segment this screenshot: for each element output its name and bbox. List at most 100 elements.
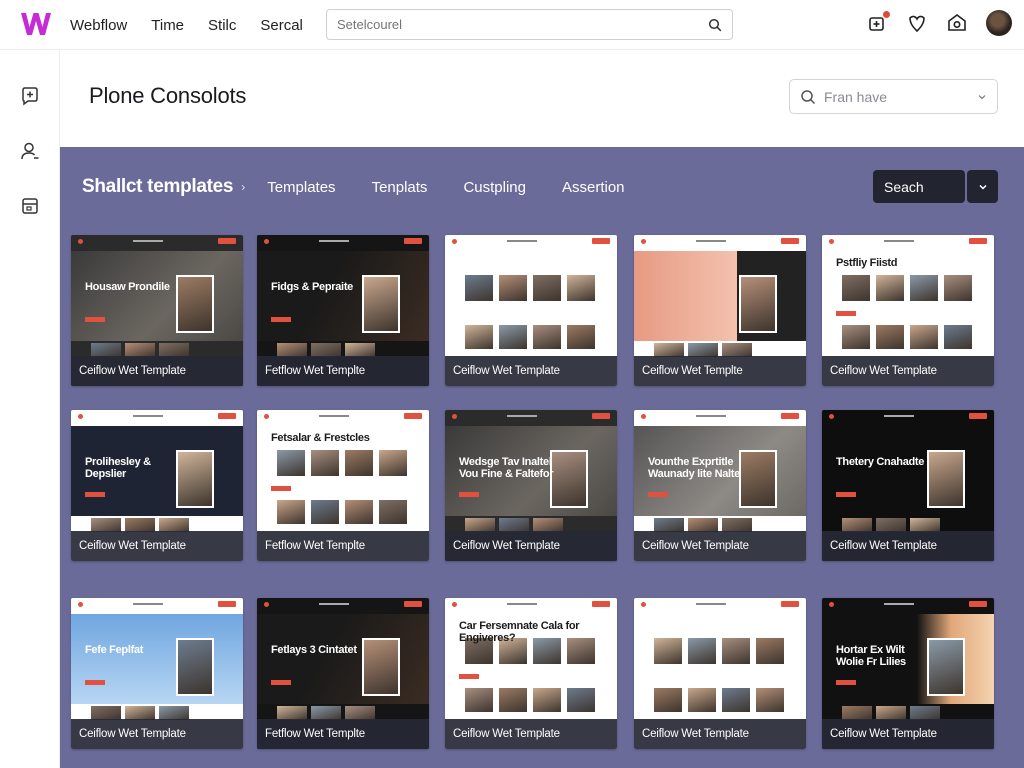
template-preview-hero xyxy=(71,614,243,704)
template-preview-image xyxy=(176,275,214,333)
nav-item-webflow[interactable]: Webflow xyxy=(70,17,127,34)
template-preview-image xyxy=(159,518,189,532)
template-card[interactable]: Pstfliy Fiistd Ceiflow Wet Template xyxy=(822,235,994,386)
webflow-logo-icon[interactable] xyxy=(20,10,52,38)
template-card[interactable]: Housaw Prondile Ceiflow Wet Template xyxy=(71,235,243,386)
template-preview-title: Vounthe Exprtitle Waunady lite Nalte xyxy=(648,456,740,480)
template-card[interactable]: Car Fersemnate Cala for Engiveres? Ceiflo… xyxy=(445,598,617,749)
template-preview-image xyxy=(465,518,495,532)
template-preview-image xyxy=(567,325,595,349)
tab-templates[interactable]: Templates xyxy=(267,179,335,196)
template-preview-nav xyxy=(634,410,806,422)
template-preview-image xyxy=(654,638,682,664)
template-preview-image xyxy=(842,518,872,532)
template-card[interactable]: Fetsalar & Frestcles Fetflow Wet Templte xyxy=(257,410,429,561)
template-card[interactable]: Ceiflow Wet Template xyxy=(445,235,617,386)
template-preview-image xyxy=(842,275,870,301)
template-preview-image xyxy=(722,688,750,712)
panel-tabs: Templates Tenplats Custpling Assertion xyxy=(267,179,624,196)
top-bar: Webflow Time Stilc Sercal xyxy=(0,0,1024,50)
chat-add-icon[interactable] xyxy=(19,85,41,107)
template-card[interactable]: Fetlays 3 Cintatet Fetflow Wet Templte xyxy=(257,598,429,749)
template-preview-image xyxy=(499,325,527,349)
template-card[interactable]: Ceiflow Wet Templte xyxy=(634,235,806,386)
template-preview-nav xyxy=(71,235,243,247)
template-preview-image xyxy=(654,518,684,532)
nav-item-stilc[interactable]: Stilc xyxy=(208,17,236,34)
template-preview-image xyxy=(876,706,906,720)
template-card-caption: Ceiflow Wet Templte xyxy=(634,356,806,386)
tab-custpling[interactable]: Custpling xyxy=(463,179,526,196)
template-preview-image xyxy=(722,343,752,357)
template-preview-nav xyxy=(445,235,617,247)
template-card[interactable]: Wedsge Tav Inaltel Vou Fine & Faltefor Ce… xyxy=(445,410,617,561)
template-preview-image xyxy=(688,343,718,357)
template-preview-image xyxy=(465,325,493,349)
search-options-button[interactable] xyxy=(967,170,998,203)
template-preview-nav xyxy=(822,598,994,610)
template-card-caption: Ceiflow Wet Template xyxy=(822,719,994,749)
panel-title[interactable]: Shallct templates xyxy=(82,176,233,198)
template-card[interactable]: Hortar Ex Wilt Wolie Fr Lilies Ceiflow We… xyxy=(822,598,994,749)
user-avatar[interactable] xyxy=(986,10,1012,36)
template-card[interactable]: Thetery Cnahadte Ceiflow Wet Template xyxy=(822,410,994,561)
template-preview-image xyxy=(722,518,752,532)
user-icon[interactable] xyxy=(19,140,41,162)
nav-item-time[interactable]: Time xyxy=(151,17,184,34)
template-preview-title: Fefe Feplfat xyxy=(85,644,144,656)
layout-icon[interactable] xyxy=(19,195,41,217)
template-preview-title: Pstfliy Fiistd xyxy=(836,257,898,269)
template-preview-cta xyxy=(85,680,105,685)
template-preview-hero xyxy=(257,251,429,341)
template-card-caption: Ceiflow Wet Template xyxy=(71,719,243,749)
template-preview-image xyxy=(927,450,965,508)
template-card-caption: Ceiflow Wet Template xyxy=(822,356,994,386)
template-preview-image xyxy=(654,343,684,357)
top-search-input[interactable] xyxy=(337,17,708,32)
template-preview-image xyxy=(842,325,870,349)
template-preview-nav xyxy=(445,598,617,610)
template-preview-nav xyxy=(257,410,429,422)
template-preview-hero xyxy=(634,251,806,341)
filter-placeholder: Fran have xyxy=(824,88,888,105)
template-preview-image xyxy=(345,500,373,524)
template-card-caption: Fetflow Wet Templte xyxy=(257,719,429,749)
search-icon[interactable] xyxy=(708,18,722,32)
template-card[interactable]: Fefe Feplfat Ceiflow Wet Template xyxy=(71,598,243,749)
template-preview-image xyxy=(91,343,121,357)
template-preview-image xyxy=(842,706,872,720)
template-preview-title: Prolihesley & Depslier xyxy=(85,456,151,480)
template-card[interactable]: Vounthe Exprtitle Waunady lite Nalte Ceif… xyxy=(634,410,806,561)
search-icon xyxy=(801,89,816,104)
template-preview-image xyxy=(739,275,777,333)
camera-icon[interactable] xyxy=(946,12,968,34)
template-preview-image xyxy=(345,450,373,476)
template-preview-cta xyxy=(271,680,291,685)
search-button[interactable]: Seach xyxy=(873,170,965,203)
template-preview-title: Fetlays 3 Cintatet xyxy=(271,644,357,656)
tab-assertion[interactable]: Assertion xyxy=(562,179,625,196)
template-card[interactable]: Prolihesley & Depslier Ceiflow Wet Templa… xyxy=(71,410,243,561)
template-preview-image xyxy=(756,638,784,664)
template-preview-cta xyxy=(85,492,105,497)
notification-icon[interactable] xyxy=(866,10,891,34)
template-preview-nav xyxy=(634,598,806,610)
chevron-right-icon[interactable]: › xyxy=(241,180,245,194)
panel-header: Shallct templates › Templates Tenplats C… xyxy=(82,172,625,202)
template-card[interactable]: Ceiflow Wet Template xyxy=(634,598,806,749)
template-preview-title: Thetery Cnahadte xyxy=(836,456,925,468)
filter-select[interactable]: Fran have xyxy=(789,79,998,114)
template-preview-image xyxy=(465,688,493,712)
template-preview-image xyxy=(277,706,307,720)
shield-icon[interactable] xyxy=(906,12,928,34)
chevron-down-icon xyxy=(978,184,987,190)
template-preview-title: Housaw Prondile xyxy=(85,281,170,293)
template-preview-image xyxy=(159,706,189,720)
tab-tenplats[interactable]: Tenplats xyxy=(372,179,428,196)
template-card[interactable]: Fidgs & Pepraite Fetflow Wet Templte xyxy=(257,235,429,386)
top-search-box[interactable] xyxy=(326,9,733,40)
template-preview-cta xyxy=(836,680,856,685)
notification-badge xyxy=(882,10,891,19)
nav-item-sercal[interactable]: Sercal xyxy=(260,17,303,34)
page-header: Plone Consolots Fran have xyxy=(60,50,1024,147)
